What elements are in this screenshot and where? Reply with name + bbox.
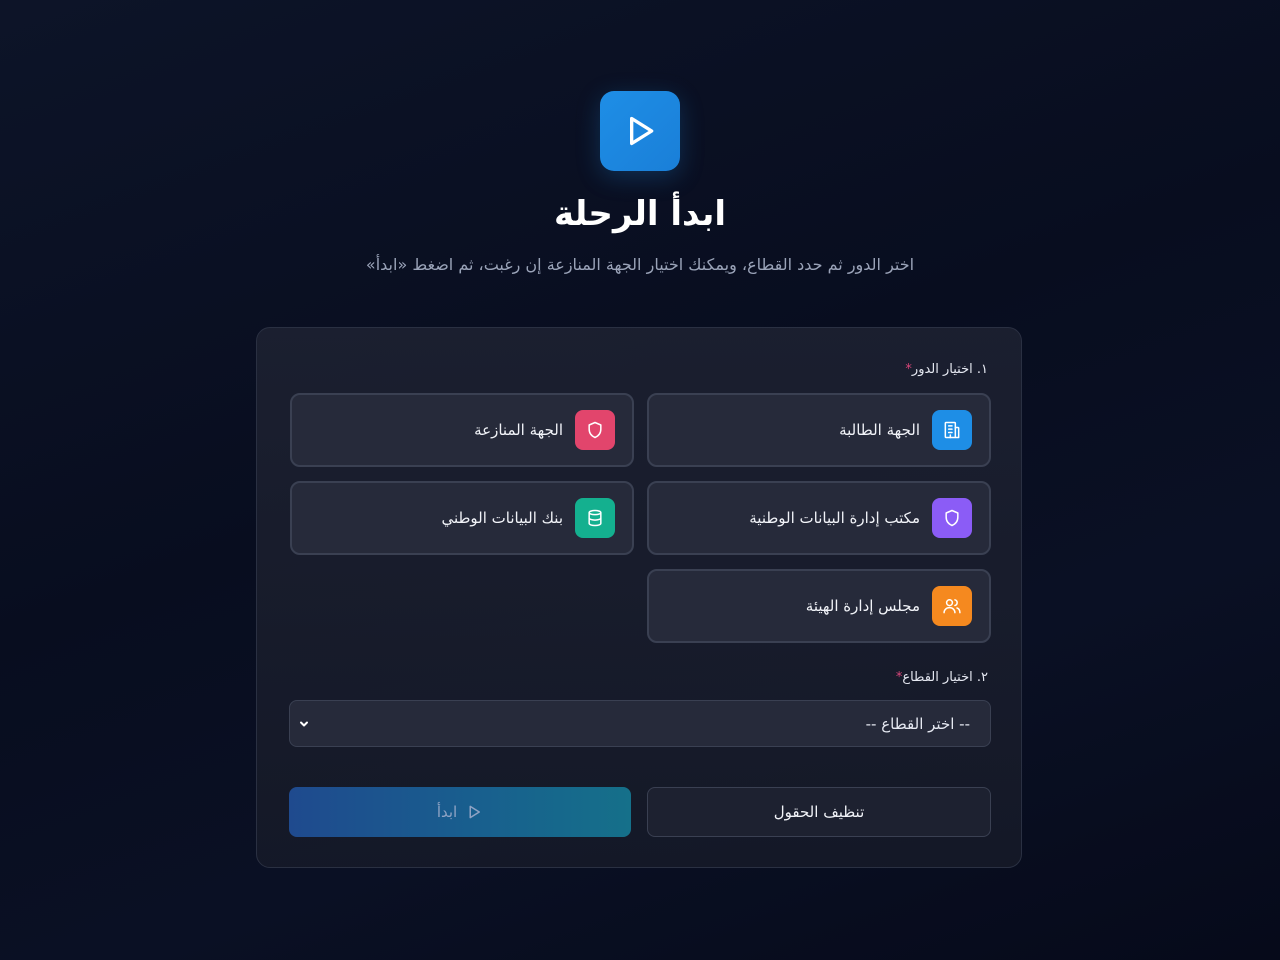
shield-icon <box>932 498 972 538</box>
users-icon <box>932 586 972 626</box>
page-title: ابدأ الرحلة <box>553 194 727 234</box>
role-label: الجهة المنازعة <box>474 421 563 439</box>
sector-select[interactable]: -- اختر القطاع -- <box>289 700 991 747</box>
chevron-down-icon <box>300 721 308 726</box>
page-subtitle: اختر الدور ثم حدد القطاع، ويمكنك اختيار … <box>365 255 915 274</box>
play-icon <box>469 805 481 819</box>
clear-button-label: تنظيف الحقول <box>773 803 865 821</box>
clear-fields-button[interactable]: تنظيف الحقول <box>647 787 991 837</box>
sector-section-label: ٢. اختيار القطاع* <box>892 669 988 687</box>
journey-form-card: ١. اختيار الدور* الجهة الطالبة الجهة الم… <box>256 327 1022 868</box>
role-label: بنك البيانات الوطني <box>441 509 563 527</box>
building-icon <box>932 410 972 450</box>
database-icon <box>575 498 615 538</box>
role-label-text: ١. اختيار الدور <box>911 362 988 377</box>
role-label: مجلس إدارة الهيئة <box>805 597 920 615</box>
role-label: مكتب إدارة البيانات الوطنية <box>749 509 920 527</box>
role-section-label: ١. اختيار الدور* <box>901 361 988 379</box>
role-option-national-data-bank[interactable]: بنك البيانات الوطني <box>290 481 634 555</box>
shield-icon <box>575 410 615 450</box>
role-label: الجهة الطالبة <box>839 421 920 439</box>
sector-label-text: ٢. اختيار القطاع <box>902 670 988 685</box>
start-button-label: ابدأ <box>436 803 458 821</box>
role-option-authority-board[interactable]: مجلس إدارة الهيئة <box>647 569 991 643</box>
role-option-ndmo[interactable]: مكتب إدارة البيانات الوطنية <box>647 481 991 555</box>
play-icon <box>630 116 654 146</box>
role-option-disputing-entity[interactable]: الجهة المنازعة <box>290 393 634 467</box>
sector-select-value: -- اختر القطاع -- <box>865 714 970 733</box>
start-button[interactable]: ابدأ <box>289 787 631 837</box>
hero-logo <box>600 91 680 171</box>
role-option-requesting-entity[interactable]: الجهة الطالبة <box>647 393 991 467</box>
